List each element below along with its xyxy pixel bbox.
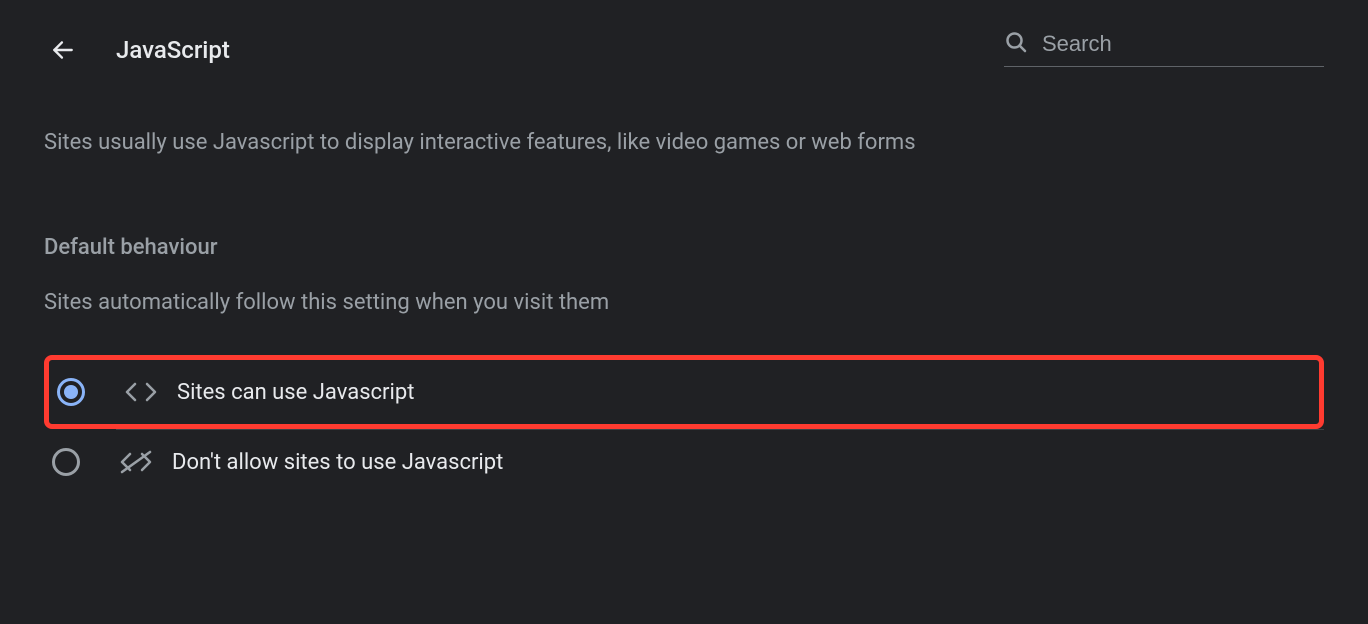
highlight-annotation: Sites can use Javascript <box>44 355 1324 429</box>
radio-allow[interactable] <box>57 378 85 406</box>
back-button[interactable] <box>44 31 82 69</box>
search-field[interactable] <box>1004 30 1324 67</box>
section-heading: Default behaviour <box>44 235 1324 260</box>
description-text: Sites usually use Javascript to display … <box>44 130 1324 155</box>
option-allow-javascript[interactable]: Sites can use Javascript <box>49 360 1319 424</box>
option-block-label: Don't allow sites to use Javascript <box>172 450 503 475</box>
code-icon <box>121 380 161 404</box>
arrow-left-icon <box>50 37 76 63</box>
page-title: JavaScript <box>116 36 230 64</box>
option-block-javascript[interactable]: Don't allow sites to use Javascript <box>44 430 1324 494</box>
option-allow-label: Sites can use Javascript <box>177 380 414 405</box>
code-off-icon <box>116 450 156 474</box>
radio-block[interactable] <box>52 448 80 476</box>
settings-javascript-page: JavaScript Sites usually use Javascript … <box>0 0 1368 494</box>
default-behaviour-options: Sites can use Javascript Don't allow sit… <box>44 355 1324 494</box>
section-subtitle: Sites automatically follow this setting … <box>44 290 1324 315</box>
search-input[interactable] <box>1042 31 1330 57</box>
search-icon <box>1004 30 1028 58</box>
